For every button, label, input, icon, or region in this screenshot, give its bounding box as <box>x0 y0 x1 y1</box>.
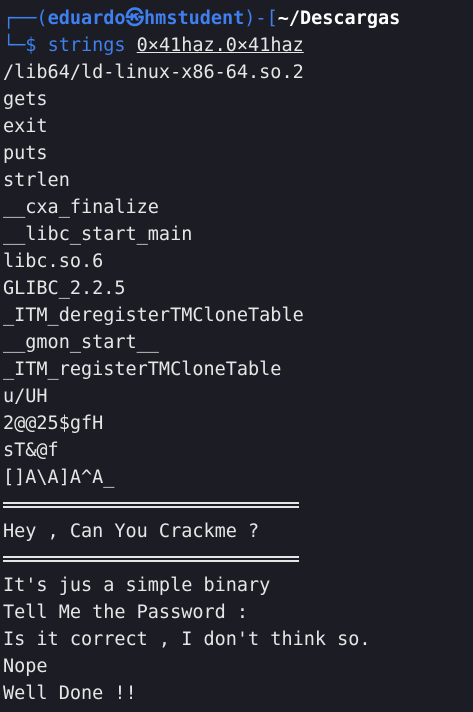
output-line: []A\A]A^A_ <box>3 467 115 488</box>
output-line: strlen <box>3 170 70 191</box>
command-line[interactable]: └─$ strings 0×41haz.0×41haz <box>3 32 473 59</box>
prompt-user: eduardo <box>47 8 126 29</box>
output-line: sT&@f <box>3 440 59 461</box>
output-line: Well Done !! <box>3 683 137 704</box>
output-line: Hey , Can You Crackme ? <box>3 521 260 542</box>
double-rule-separator <box>3 545 473 572</box>
output-line: puts <box>3 143 48 164</box>
prompt-frame: ┌──( <box>3 8 48 29</box>
output-line: __libc_start_main <box>3 224 193 245</box>
prompt-line: ┌──(eduardo㉿hmstudent)-[~/Descargas <box>3 5 473 32</box>
prompt-symbol: └─$ <box>3 35 48 56</box>
prompt-host: hmstudent <box>144 8 245 29</box>
command-argument[interactable]: 0×41haz.0×41haz <box>137 35 304 56</box>
output-line: Is it correct , I don't think so. <box>3 629 371 650</box>
output-line: 2@@25$gfH <box>3 413 104 434</box>
output-line: Tell Me the Password : <box>3 602 249 623</box>
output-line: It's jus a simple binary <box>3 575 271 596</box>
output-line: __gmon_start__ <box>3 332 159 353</box>
output-line: Nope <box>3 656 48 677</box>
output-line: GLIBC_2.2.5 <box>3 278 126 299</box>
prompt-cwd: ~/Descargas <box>277 8 401 29</box>
double-rule-separator <box>3 491 473 518</box>
prompt-frame-mid: )-[ <box>244 8 278 29</box>
output-line: _ITM_registerTMCloneTable <box>3 359 282 380</box>
output-line: libc.so.6 <box>3 251 104 272</box>
output-line: gets <box>3 89 48 110</box>
terminal-window[interactable]: ┌──(eduardo㉿hmstudent)-[~/Descargas └─$ … <box>3 5 473 710</box>
output-line: __cxa_finalize <box>3 197 159 218</box>
output-line: u/UH <box>3 386 48 407</box>
prompt-at-symbol: ㉿ <box>125 8 145 29</box>
output-line: exit <box>3 116 48 137</box>
output-line: _ITM_deregisterTMCloneTable <box>3 305 304 326</box>
output-line: /lib64/ld-linux-x86-64.so.2 <box>3 62 304 83</box>
command-name: strings <box>47 35 126 56</box>
